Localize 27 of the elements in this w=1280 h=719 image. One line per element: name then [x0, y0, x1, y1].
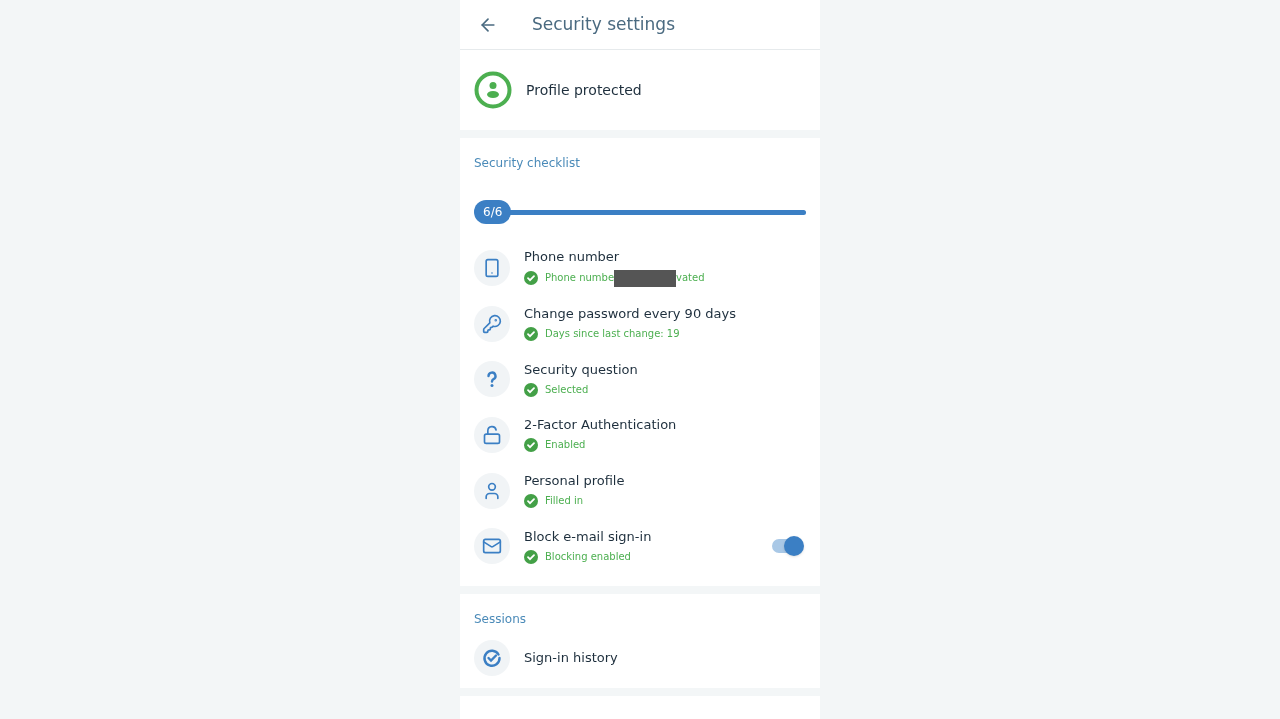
envelope-icon	[482, 536, 502, 557]
item-title: Phone number	[524, 248, 621, 265]
progress-badge: 6/6	[474, 200, 512, 224]
item-status: Phone numbe	[545, 272, 615, 285]
key-icon	[482, 313, 502, 334]
item-title: Personal profile	[524, 473, 626, 490]
profile-shield-icon	[474, 71, 512, 109]
history-icon	[482, 648, 502, 669]
section-title: Sessions	[474, 611, 528, 629]
page-title: Security settings	[532, 12, 675, 36]
phone-icon	[482, 257, 502, 278]
item-status: Enabled	[545, 439, 586, 452]
item-status: vated	[676, 272, 705, 285]
item-title: Security question	[524, 361, 639, 378]
item-status: Blocking enabled	[545, 550, 631, 563]
item-title: 2-Factor Authentication	[524, 417, 678, 434]
item-status: Days since last change: 19	[545, 328, 680, 341]
item-title: Change password every 90 days	[524, 306, 737, 323]
padlock-icon	[482, 424, 502, 445]
section-title: Security checklist	[474, 155, 581, 172]
item-status: Selected	[545, 383, 589, 396]
item-title: Block e-mail sign-in	[524, 528, 653, 545]
toggle-switch[interactable]	[772, 539, 802, 554]
profile-status: Profile protected	[526, 80, 642, 100]
sessions-item[interactable]: Sign-in history	[524, 648, 618, 668]
item-status: Filled in	[545, 495, 584, 508]
person-icon	[482, 480, 502, 501]
